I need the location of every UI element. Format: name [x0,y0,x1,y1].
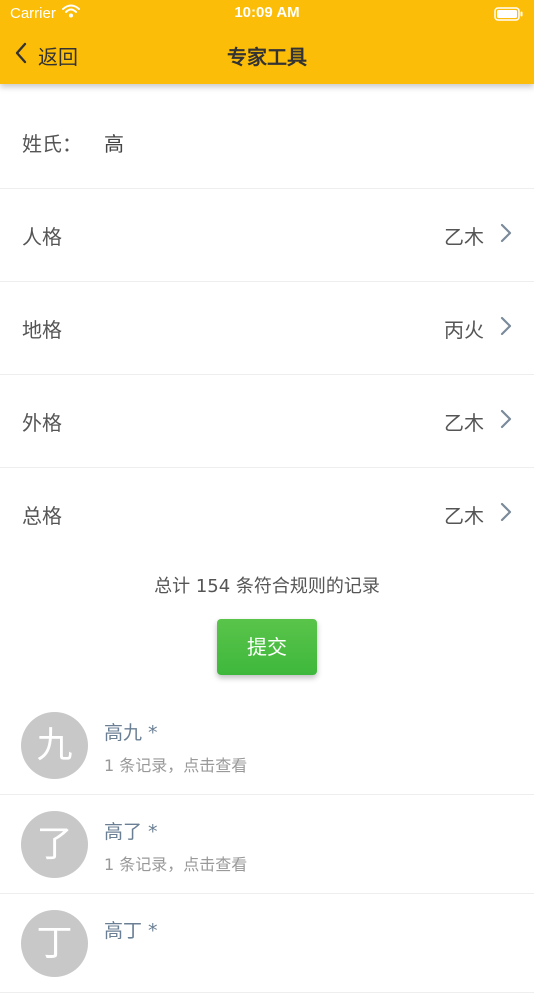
renge-row[interactable]: 人格 乙木 [0,189,534,282]
zongge-row[interactable]: 总格 乙木 [0,468,534,560]
result-list: 九 高九 * 1 条记录，点击查看 了 高了 * 1 条记录，点击查看 丁 高丁… [0,696,534,993]
list-item[interactable]: 九 高九 * 1 条记录，点击查看 [0,696,534,795]
navigation-bar: 返回 专家工具 [0,28,534,84]
chevron-right-icon [500,316,512,340]
dige-label: 地格 [22,318,62,342]
waige-value: 乙木 [444,411,484,435]
avatar: 丁 [21,910,88,977]
result-subtitle: 1 条记录，点击查看 [104,756,248,775]
page-title: 专家工具 [227,45,307,69]
status-bar: Carrier 10:09 AM [0,0,534,28]
zongge-value: 乙木 [444,504,484,528]
result-name: 高了 * [104,821,158,843]
renge-label: 人格 [22,225,62,249]
battery-icon [494,6,524,25]
result-subtitle: 1 条记录，点击查看 [104,855,248,874]
result-name: 高丁 * [104,920,158,942]
list-item[interactable]: 丁 高丁 * [0,894,534,993]
avatar: 了 [21,811,88,878]
surname-value: 高 [104,132,124,156]
renge-value: 乙木 [444,225,484,249]
list-item[interactable]: 了 高了 * 1 条记录，点击查看 [0,795,534,894]
surname-row: 姓氏： 高 [0,96,534,189]
avatar: 九 [21,712,88,779]
zongge-label: 总格 [22,504,62,528]
chevron-right-icon [500,223,512,247]
top-bar: Carrier 10:09 AM 返回 专家工具 [0,0,534,84]
dige-value: 丙火 [444,318,484,342]
waige-row[interactable]: 外格 乙木 [0,375,534,468]
waige-label: 外格 [22,411,62,435]
chevron-right-icon [500,502,512,526]
clock: 10:09 AM [234,4,300,21]
chevron-right-icon [500,409,512,433]
expert-form: 姓氏： 高 人格 乙木 地格 丙火 外格 乙木 总格 乙木 [0,96,534,560]
surname-label: 姓氏： [22,132,82,156]
submit-button[interactable]: 提交 [217,619,317,675]
result-name: 高九 * [104,722,158,744]
dige-row[interactable]: 地格 丙火 [0,282,534,375]
result-summary: 总计 154 条符合规则的记录 [154,576,380,597]
